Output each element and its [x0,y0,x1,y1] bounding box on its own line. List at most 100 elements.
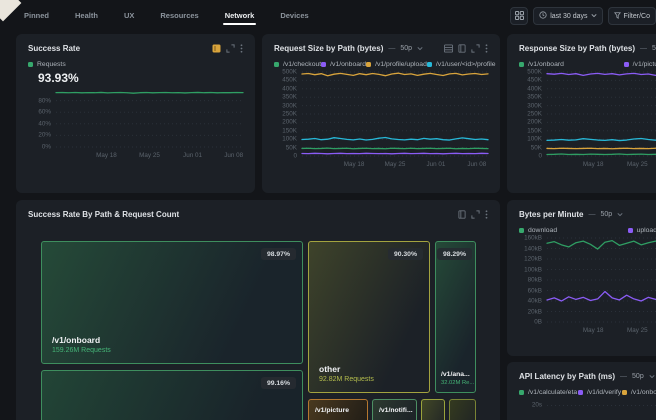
legend-label: /v1/id/verify [587,389,621,396]
expand-icon[interactable] [226,44,235,53]
tab-ux[interactable]: UX [124,2,134,29]
legend-item[interactable]: /v1/picture [624,61,656,68]
legend-label: download [528,227,557,234]
notebook-icon[interactable] [458,210,466,219]
treemap-cell-onboard[interactable]: 98.97% /v1/onboard 159.26M Requests [41,241,303,364]
success-badge: 98.29% [437,248,472,260]
tab-pinned[interactable]: Pinned [24,2,49,29]
legend-item-requests[interactable]: Requests [28,61,66,68]
line-chart [547,238,656,322]
area-chart [547,400,656,420]
series-dot [578,390,583,395]
treemap-cell-small-1[interactable] [421,399,445,420]
bytes-per-minute-chart: 160kB140kB120kB100kB80kB60kB40kB20kB0B M… [519,238,656,338]
percentile-dropdown[interactable]: 50p [600,211,612,218]
expand-icon[interactable] [471,44,480,53]
series-dot [519,228,524,233]
y-axis: 500K450K400K350K300K250K200K150K100K50K0 [519,72,547,156]
treemap-cell-small-2[interactable] [449,399,476,420]
chevron-down-icon[interactable] [617,212,623,217]
series-dot [321,62,326,67]
legend-label: /v1/onboard [330,61,366,68]
x-axis: May 18May 25 [547,326,656,338]
cell-path: /v1/notifi... [379,407,413,414]
panel-title: Success Rate By Path & Request Count [28,210,179,219]
legend-item-upload[interactable]: upload [628,227,656,234]
chevron-down-icon[interactable] [649,374,655,379]
tab-network[interactable]: Network [225,2,255,29]
treemap-cell-notifi[interactable]: /v1/notifi... [372,399,417,420]
notebook-icon[interactable] [458,44,466,53]
treemap-cell-ana[interactable]: 98.29% /v1/ana... 32.02M Re... [435,241,476,393]
legend-item[interactable]: /v1/user/<id>/profile [427,61,496,68]
series-dot [427,62,432,67]
legend-label: /v1/onboard [528,61,564,68]
legend-label: /v1/calculate/eta [528,389,577,396]
nav-tabs: Pinned Health UX Resources Network Devic… [24,2,309,29]
more-menu-icon[interactable] [485,44,488,53]
expand-icon[interactable] [471,210,480,219]
clock-icon [539,11,547,21]
filter-label: Filter/Co [624,13,650,20]
panel-success-rate-by-path: Success Rate By Path & Request Count 98.… [16,200,500,420]
chevron-down-icon[interactable] [417,46,423,51]
legend-item[interactable]: /v1/onboard [321,61,366,68]
more-menu-icon[interactable] [240,44,243,53]
legend-item[interactable]: /v1/profile/upload [366,61,427,68]
treemap-cell-2[interactable]: 99.16% [41,370,303,420]
legend-item[interactable]: /v1/id/verify [578,389,621,396]
separator: — [388,45,395,52]
legend-item-download[interactable]: download [519,227,557,234]
time-range-dropdown[interactable]: last 30 days [533,7,602,25]
filter-icon [614,12,621,21]
x-axis: May 18May 25 [547,160,656,172]
series-dot [519,62,524,67]
notebook-pinned-icon[interactable] [212,44,221,53]
legend-item[interactable]: /v1/calculate/eta [519,389,577,396]
panel-title: Success Rate [28,44,80,53]
layout-grid-button[interactable] [510,7,528,25]
legend-label: /v1/onbo [631,389,656,396]
legend-label: /v1/checkout [283,61,321,68]
success-rate-chart: 80%60%40%20%0% May 18May 25Jun 01Jun 08 [28,89,243,163]
line-chart [302,72,488,156]
treemap-cell-other[interactable]: 90.30% other 92.82M Requests [308,241,430,393]
more-menu-icon[interactable] [485,210,488,219]
treemap-cell-picture[interactable]: /v1/picture [308,399,368,420]
series-dot [622,390,627,395]
legend-label: /v1/user/<id>/profile [436,61,496,68]
legend-label: upload [637,227,656,234]
percentile-dropdown[interactable]: 50p [400,45,412,52]
separator: — [640,45,647,52]
panel-api-latency: API Latency by Path (ms) — 50p /v1/calcu… [507,362,656,420]
panel-bytes-per-minute: Bytes per Minute — 50p download upload 1… [507,200,656,356]
percentile-dropdown[interactable]: 50p [652,45,656,52]
tab-resources[interactable]: Resources [160,2,198,29]
legend-label: Requests [37,61,66,68]
tab-devices[interactable]: Devices [280,2,308,29]
cell-path: /v1/picture [315,407,349,414]
panel-title: Bytes per Minute [519,210,583,219]
nav-controls: last 30 days Filter/Co [510,7,656,25]
legend-item[interactable]: /v1/onbo [622,389,656,396]
cell-requests: 92.82M Requests [319,376,374,383]
time-range-label: last 30 days [550,13,587,20]
series-dot [274,62,279,67]
treemap: 98.97% /v1/onboard 159.26M Requests 99.1… [41,241,476,420]
table-view-icon[interactable] [444,44,453,53]
panel-request-size: Request Size by Path (bytes) — 50p /v1/c… [262,34,500,193]
legend-item[interactable]: /v1/checkout [274,61,321,68]
filter-button[interactable]: Filter/Co [608,7,656,25]
tab-health[interactable]: Health [75,2,98,29]
cell-requests: 32.02M Re... [441,380,474,386]
percentile-dropdown[interactable]: 50p [632,373,644,380]
panel-title: Response Size by Path (bytes) [519,44,635,53]
success-badge: 90.30% [388,248,423,260]
success-badge: 99.16% [261,377,296,389]
line-chart [547,72,656,156]
api-latency-chart: 20s [519,400,656,420]
legend-label: /v1/picture [633,61,656,68]
y-axis: 20s [519,400,547,420]
series-dot [28,62,33,67]
legend-item[interactable]: /v1/onboard [519,61,564,68]
